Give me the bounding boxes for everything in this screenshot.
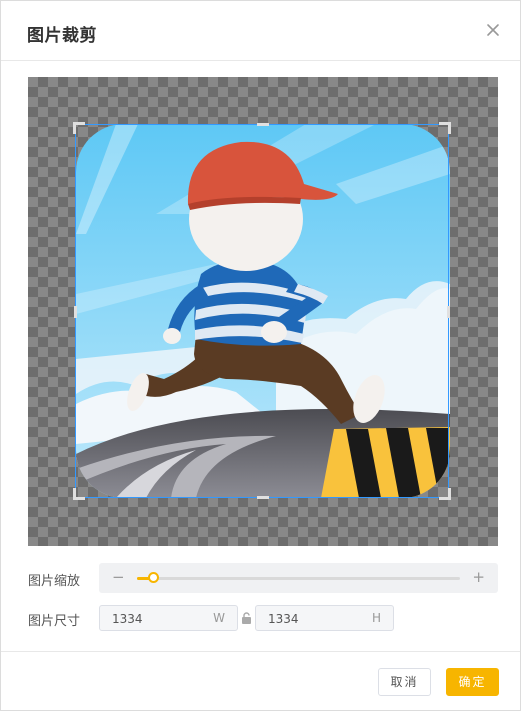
zoom-label: 图片缩放 [28,574,81,589]
close-icon[interactable] [486,23,500,37]
crop-image [76,124,450,498]
height-value: 1334 [268,612,299,626]
zoom-in-button[interactable]: + [472,569,485,585]
cancel-button[interactable]: 取消 [378,668,431,696]
lock-icon[interactable] [241,612,252,624]
image-crop-dialog: 图片裁剪 图片缩放 − + 图片尺寸 1334 W 1334 H 取消 确定 [0,0,521,711]
zoom-slider-thumb[interactable] [148,572,160,583]
height-input[interactable]: 1334 H [255,605,394,631]
confirm-button[interactable]: 确定 [446,668,499,696]
footer-divider [1,651,520,652]
width-unit: W [213,611,225,625]
dialog-title: 图片裁剪 [27,26,97,46]
height-unit: H [371,611,381,625]
crop-stage[interactable] [28,77,498,546]
zoom-slider-panel: − + [99,563,498,593]
zoom-out-button[interactable]: − [112,569,125,585]
zoom-slider[interactable] [137,572,460,583]
size-label: 图片尺寸 [28,614,81,629]
dialog-header: 图片裁剪 [1,1,520,61]
width-input[interactable]: 1334 W [99,605,238,631]
width-value: 1334 [112,612,143,626]
